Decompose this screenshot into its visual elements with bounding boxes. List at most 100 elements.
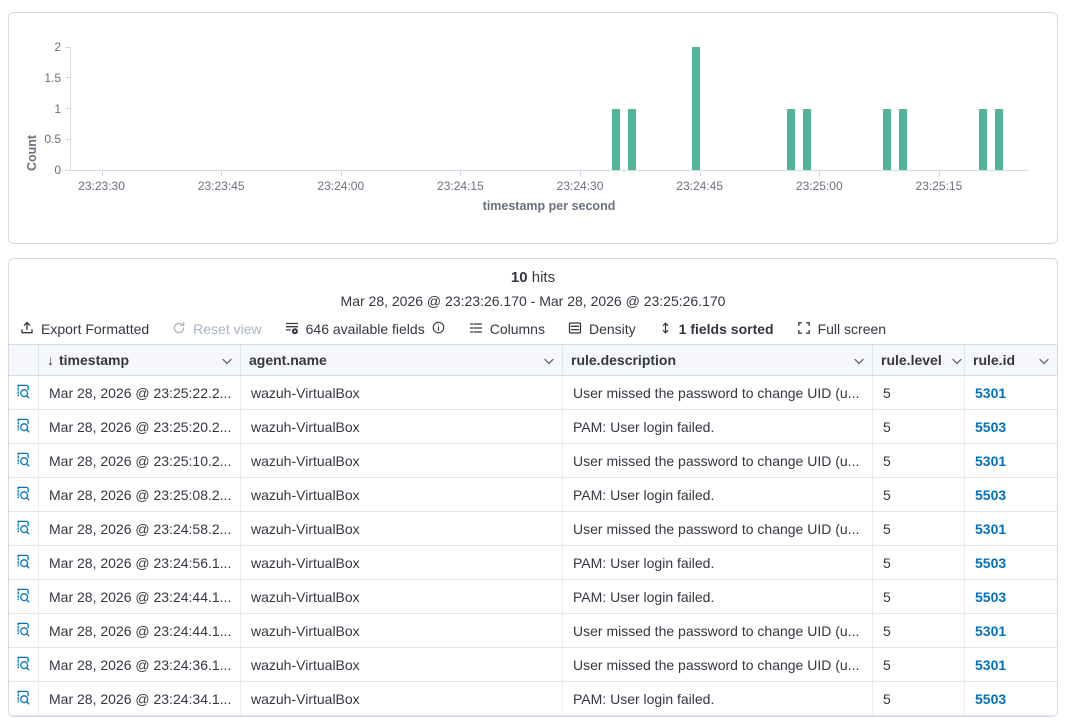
rule-id-link[interactable]: 5503 bbox=[965, 410, 1057, 443]
header-expand-column bbox=[9, 345, 39, 375]
rule-id-link[interactable]: 5503 bbox=[965, 478, 1057, 511]
histogram-bar[interactable] bbox=[612, 109, 620, 171]
rule-id-link[interactable]: 5301 bbox=[965, 648, 1057, 681]
histogram-bar[interactable] bbox=[803, 109, 811, 171]
export-formatted-button[interactable]: Export Formatted bbox=[19, 320, 149, 339]
cell-rule-level: 5 bbox=[873, 546, 965, 579]
rule-id-link[interactable]: 5301 bbox=[965, 512, 1057, 545]
inspect-document-icon bbox=[15, 621, 32, 641]
expand-document-button[interactable] bbox=[9, 614, 39, 647]
table-row: Mar 28, 2026 @ 23:25:20.2... wazuh-Virtu… bbox=[9, 410, 1057, 444]
cell-timestamp: Mar 28, 2026 @ 23:24:44.1... bbox=[39, 614, 241, 647]
y-tick-mark bbox=[65, 77, 71, 78]
cell-rule-description: User missed the password to change UID (… bbox=[563, 376, 873, 409]
chevron-down-icon[interactable] bbox=[544, 352, 554, 368]
cell-rule-level: 5 bbox=[873, 478, 965, 511]
expand-document-button[interactable] bbox=[9, 682, 39, 715]
expand-document-button[interactable] bbox=[9, 512, 39, 545]
documents-data-grid: ↓ timestamp agent.name rule.description … bbox=[9, 344, 1057, 716]
cell-agent-name: wazuh-VirtualBox bbox=[241, 512, 563, 545]
cell-agent-name: wazuh-VirtualBox bbox=[241, 546, 563, 579]
table-row: Mar 28, 2026 @ 23:24:44.1... wazuh-Virtu… bbox=[9, 614, 1057, 648]
inspect-document-icon bbox=[15, 655, 32, 675]
rule-id-link[interactable]: 5503 bbox=[965, 546, 1057, 579]
histogram-plot-area[interactable]: 00.511.5223:23:3023:23:4523:24:0023:24:1… bbox=[70, 47, 1028, 171]
density-button[interactable]: Density bbox=[567, 320, 636, 339]
cell-timestamp: Mar 28, 2026 @ 23:24:34.1... bbox=[39, 682, 241, 715]
column-header-timestamp[interactable]: ↓ timestamp bbox=[39, 345, 241, 375]
rule-id-link[interactable]: 5503 bbox=[965, 682, 1057, 715]
inspect-document-icon bbox=[15, 485, 32, 505]
columns-button[interactable]: Columns bbox=[468, 320, 545, 339]
x-tick-label: 23:23:30 bbox=[62, 179, 142, 193]
histogram-bar[interactable] bbox=[787, 109, 795, 171]
histogram-bar[interactable] bbox=[883, 109, 891, 171]
expand-document-button[interactable] bbox=[9, 410, 39, 443]
cell-rule-description: User missed the password to change UID (… bbox=[563, 512, 873, 545]
histogram-bar[interactable] bbox=[628, 109, 636, 171]
cell-rule-level: 5 bbox=[873, 682, 965, 715]
rule-id-link[interactable]: 5503 bbox=[965, 580, 1057, 613]
hits-count: 10 bbox=[511, 269, 528, 286]
chevron-down-icon[interactable] bbox=[854, 352, 864, 368]
cell-agent-name: wazuh-VirtualBox bbox=[241, 376, 563, 409]
table-row: Mar 28, 2026 @ 23:25:10.2... wazuh-Virtu… bbox=[9, 444, 1057, 478]
reset-view-button[interactable]: Reset view bbox=[171, 320, 261, 339]
x-tick-label: 23:24:00 bbox=[301, 179, 381, 193]
available-fields-button[interactable]: 646 available fields bbox=[284, 320, 446, 339]
x-tick-mark bbox=[460, 170, 461, 176]
fullscreen-icon bbox=[796, 320, 812, 339]
cell-agent-name: wazuh-VirtualBox bbox=[241, 478, 563, 511]
inspect-document-icon bbox=[15, 383, 32, 403]
column-label: agent.name bbox=[249, 352, 327, 368]
cell-rule-level: 5 bbox=[873, 410, 965, 443]
chevron-down-icon[interactable] bbox=[222, 352, 232, 368]
cell-rule-description: PAM: User login failed. bbox=[563, 478, 873, 511]
expand-document-button[interactable] bbox=[9, 648, 39, 681]
info-icon[interactable] bbox=[431, 320, 446, 338]
cell-agent-name: wazuh-VirtualBox bbox=[241, 682, 563, 715]
chevron-down-icon[interactable] bbox=[1039, 352, 1049, 368]
y-tick-mark bbox=[65, 108, 71, 109]
x-tick-label: 23:23:45 bbox=[181, 179, 261, 193]
columns-label: Columns bbox=[490, 321, 545, 337]
export-label: Export Formatted bbox=[41, 321, 149, 337]
rule-id-link[interactable]: 5301 bbox=[965, 444, 1057, 477]
histogram-bar[interactable] bbox=[692, 47, 700, 170]
fields-sorted-button[interactable]: 1 fields sorted bbox=[658, 320, 774, 339]
full-screen-button[interactable]: Full screen bbox=[796, 320, 886, 339]
histogram-bar[interactable] bbox=[995, 109, 1003, 171]
chevron-down-icon[interactable] bbox=[952, 352, 962, 368]
cell-timestamp: Mar 28, 2026 @ 23:25:22.2... bbox=[39, 376, 241, 409]
expand-document-button[interactable] bbox=[9, 478, 39, 511]
cell-rule-level: 5 bbox=[873, 512, 965, 545]
inspect-document-icon bbox=[15, 417, 32, 437]
histogram-bar[interactable] bbox=[899, 109, 907, 171]
rule-id-link[interactable]: 5301 bbox=[965, 376, 1057, 409]
fields-sorted-label: 1 fields sorted bbox=[679, 321, 774, 337]
cell-rule-description: PAM: User login failed. bbox=[563, 682, 873, 715]
column-header-rule-description[interactable]: rule.description bbox=[563, 345, 873, 375]
cell-rule-level: 5 bbox=[873, 376, 965, 409]
column-header-rule-level[interactable]: rule.level bbox=[873, 345, 965, 375]
expand-document-button[interactable] bbox=[9, 444, 39, 477]
cell-timestamp: Mar 28, 2026 @ 23:25:20.2... bbox=[39, 410, 241, 443]
arrow-down-icon: ↓ bbox=[47, 352, 54, 368]
export-icon bbox=[19, 320, 35, 339]
rule-id-link[interactable]: 5301 bbox=[965, 614, 1057, 647]
column-label: rule.id bbox=[973, 352, 1015, 368]
histogram-bar[interactable] bbox=[979, 109, 987, 171]
cell-timestamp: Mar 28, 2026 @ 23:25:10.2... bbox=[39, 444, 241, 477]
x-axis-title: timestamp per second bbox=[70, 199, 1028, 213]
expand-document-button[interactable] bbox=[9, 580, 39, 613]
column-label: timestamp bbox=[59, 352, 129, 368]
histogram-panel: Count 00.511.5223:23:3023:23:4523:24:002… bbox=[8, 12, 1058, 244]
table-body: Mar 28, 2026 @ 23:25:22.2... wazuh-Virtu… bbox=[9, 376, 1057, 716]
column-header-agent-name[interactable]: agent.name bbox=[241, 345, 563, 375]
expand-document-button[interactable] bbox=[9, 376, 39, 409]
x-tick-label: 23:24:15 bbox=[420, 179, 500, 193]
column-header-rule-id[interactable]: rule.id bbox=[965, 345, 1057, 375]
expand-document-button[interactable] bbox=[9, 546, 39, 579]
cell-rule-description: User missed the password to change UID (… bbox=[563, 444, 873, 477]
x-tick-label: 23:24:45 bbox=[660, 179, 740, 193]
